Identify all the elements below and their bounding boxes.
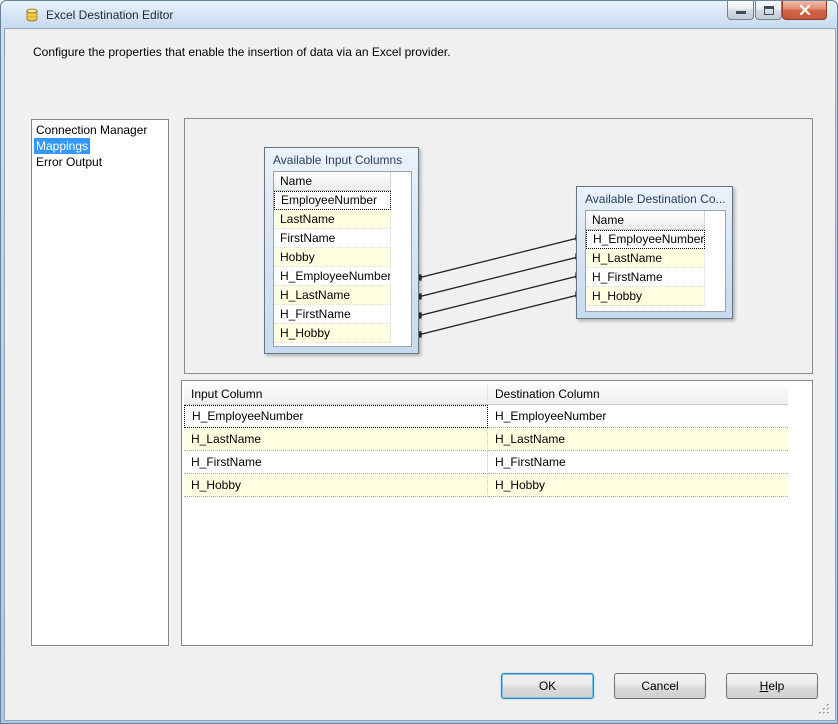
destination-column-row[interactable]: H_FirstName — [586, 268, 705, 287]
input-column-row[interactable]: H_Hobby — [274, 324, 391, 343]
dialog-description: Configure the properties that enable the… — [33, 45, 451, 59]
close-button[interactable] — [782, 1, 827, 20]
mapping-diagram-panel: Available Input Columns Name EmployeeNum… — [184, 118, 813, 374]
input-column-cell[interactable]: H_LastName — [184, 428, 488, 451]
destination-box-title: Available Destination Co... — [585, 192, 726, 206]
input-column-header: Input Column — [184, 385, 488, 405]
table-row: H_Hobby H_Hobby — [184, 474, 788, 497]
table-row: H_FirstName H_FirstName — [184, 451, 788, 474]
mapping-grid-header-row: Input Column Destination Column — [184, 385, 788, 405]
help-button[interactable]: Help — [726, 673, 818, 699]
available-input-columns-box: Available Input Columns Name EmployeeNum… — [264, 147, 419, 354]
destination-column-row[interactable]: H_EmployeeNumber — [586, 230, 705, 249]
input-column-row[interactable]: LastName — [274, 210, 391, 229]
pages-listbox[interactable]: Connection Manager Mappings Error Output — [31, 119, 169, 646]
close-icon — [799, 4, 811, 16]
destination-column-cell[interactable]: H_FirstName — [488, 451, 788, 474]
destination-columns-grid: Name H_EmployeeNumber H_LastName H_First… — [585, 210, 726, 312]
table-row: H_LastName H_LastName — [184, 428, 788, 451]
input-column-row[interactable]: H_FirstName — [274, 305, 391, 324]
excel-destination-icon — [26, 8, 38, 22]
dialog-client-area: Configure the properties that enable the… — [4, 28, 836, 721]
sidebar-item-connection-manager[interactable]: Connection Manager — [34, 122, 168, 138]
table-row: H_EmployeeNumber H_EmployeeNumber — [184, 405, 788, 428]
sidebar-item-mappings[interactable]: Mappings — [34, 138, 168, 154]
input-column-cell[interactable]: H_EmployeeNumber — [184, 405, 488, 428]
input-column-row[interactable]: FirstName — [274, 229, 391, 248]
title-bar[interactable]: Excel Destination Editor — [1, 1, 837, 29]
input-grid-header: Name — [274, 172, 391, 191]
input-column-row[interactable]: Hobby — [274, 248, 391, 267]
maximize-button[interactable] — [755, 1, 782, 20]
minimize-button[interactable] — [727, 1, 754, 20]
input-column-row[interactable]: EmployeeNumber — [274, 191, 391, 210]
excel-destination-editor-dialog: Excel Destination Editor Configure the p… — [0, 0, 838, 724]
mapping-table-panel: Input Column Destination Column H_Employ… — [181, 380, 813, 646]
input-columns-grid: Name EmployeeNumber LastName FirstName H… — [273, 171, 412, 347]
sidebar-item-error-output[interactable]: Error Output — [34, 154, 168, 170]
destination-column-cell[interactable]: H_Hobby — [488, 474, 788, 497]
input-column-row[interactable]: H_EmployeeNumber — [274, 267, 391, 286]
destination-column-cell[interactable]: H_EmployeeNumber — [488, 405, 788, 428]
ok-button[interactable]: OK — [501, 673, 594, 699]
window-title: Excel Destination Editor — [46, 8, 174, 22]
destination-column-row[interactable]: H_LastName — [586, 249, 705, 268]
destination-grid-header: Name — [586, 211, 705, 230]
minimize-icon — [736, 11, 746, 14]
resize-grip[interactable] — [818, 703, 831, 716]
destination-column-cell[interactable]: H_LastName — [488, 428, 788, 451]
destination-column-header: Destination Column — [488, 385, 788, 405]
input-column-row[interactable]: H_LastName — [274, 286, 391, 305]
available-destination-columns-box: Available Destination Co... Name H_Emplo… — [576, 186, 733, 319]
input-column-cell[interactable]: H_Hobby — [184, 474, 488, 497]
maximize-icon — [764, 6, 774, 15]
destination-column-row[interactable]: H_Hobby — [586, 287, 705, 306]
cancel-button[interactable]: Cancel — [614, 673, 706, 699]
input-column-cell[interactable]: H_FirstName — [184, 451, 488, 474]
input-box-title: Available Input Columns — [273, 153, 403, 167]
mapping-grid: Input Column Destination Column H_Employ… — [184, 385, 788, 497]
